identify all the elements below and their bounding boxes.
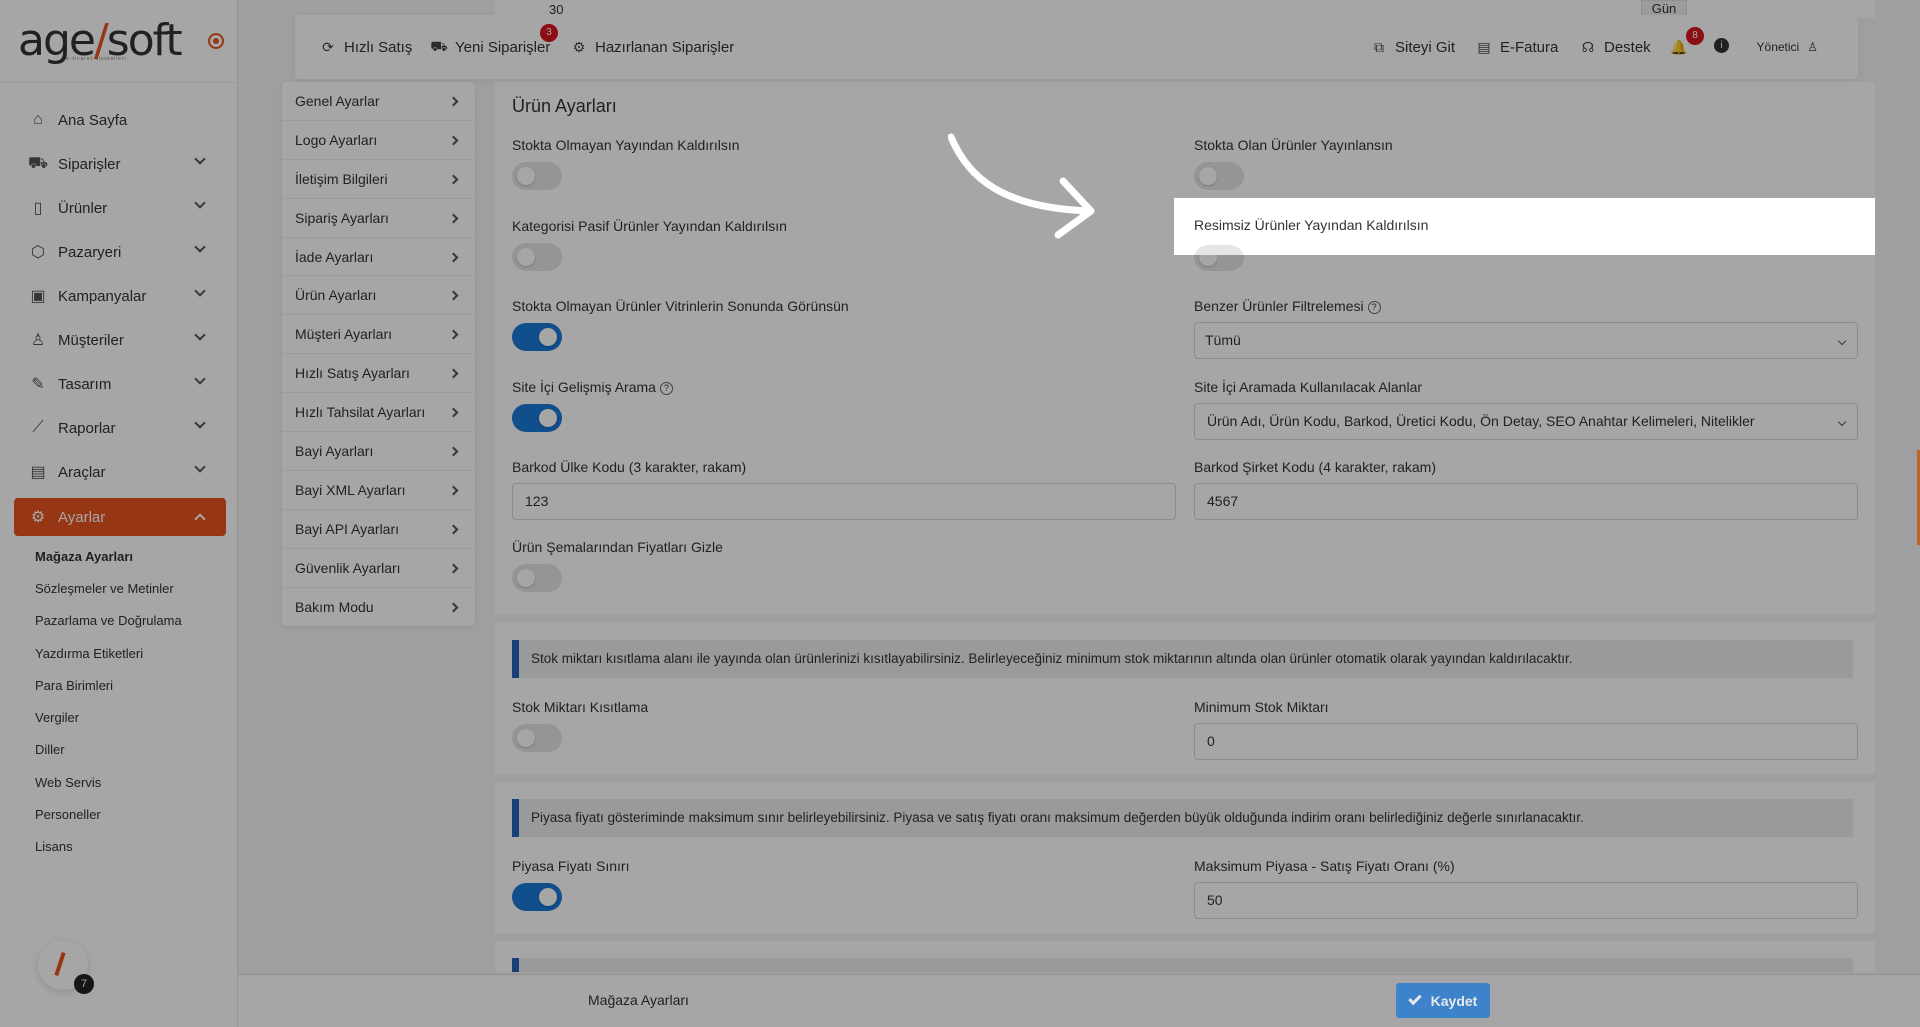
check-icon bbox=[1407, 991, 1422, 1006]
pointer-arrow-icon bbox=[948, 133, 1095, 239]
no-image-unpublish-label: Resimsiz Ürünler Yayından Kaldırılsın bbox=[1194, 217, 1429, 233]
save-button[interactable]: Kaydet bbox=[1396, 983, 1490, 1018]
no-image-unpublish-toggle-preview[interactable] bbox=[1194, 245, 1244, 255]
highlighted-field: Resimsiz Ürünler Yayından Kaldırılsın bbox=[1174, 198, 1875, 255]
